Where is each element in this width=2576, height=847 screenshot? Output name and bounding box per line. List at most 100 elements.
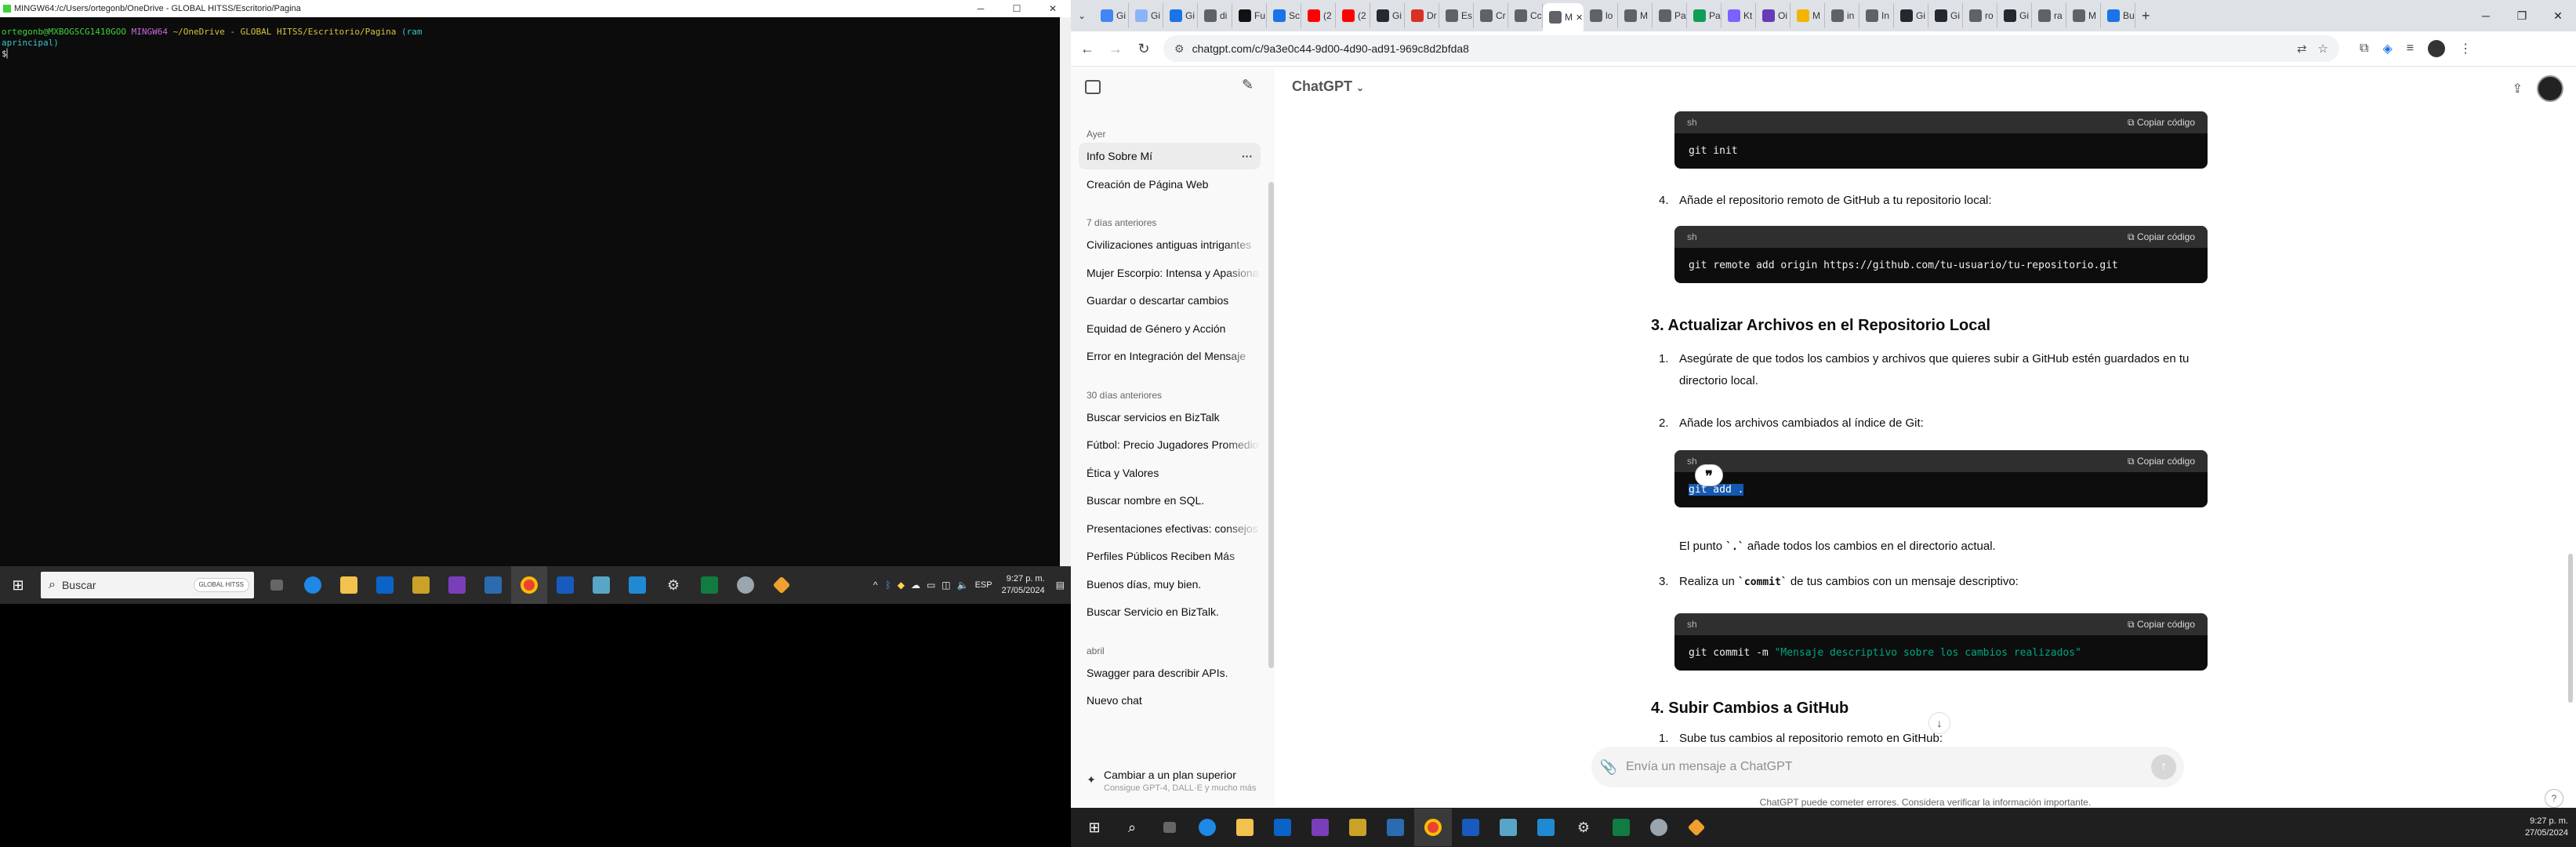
browser-tab[interactable]: Gi [1997,3,2032,28]
model-selector[interactable]: ChatGPT ⌄ [1292,78,1364,95]
browser-tab[interactable]: ra [2032,3,2066,28]
upgrade-plan-button[interactable]: ✦ Cambiar a un plan superior Consigue GP… [1079,769,1267,805]
minimize-button[interactable]: ─ [963,0,999,17]
browser-tab[interactable]: M ✕ [1543,3,1584,31]
browser-tab[interactable]: Gi [1928,3,1963,28]
app-icon[interactable] [727,566,764,604]
reload-button[interactable]: ↻ [1132,37,1156,60]
start-button[interactable]: ⊞ [0,566,36,604]
chrome-icon[interactable] [511,566,547,604]
clock[interactable]: 9:27 p. m. 27/05/2024 [1002,573,1045,597]
outlook-icon[interactable] [367,566,403,604]
browser-tab[interactable]: Oi [1756,3,1791,28]
browser-tab[interactable]: M [1618,3,1653,28]
tab-search-button[interactable]: ⌄ [1071,3,1094,28]
notification-icon[interactable]: ▤ [1056,580,1065,591]
sidebar-chat-item[interactable]: Nuevo chat [1079,687,1261,714]
terminal-scrollbar[interactable] [1060,17,1071,566]
language-indicator[interactable]: ESP [975,580,992,590]
taskbar-search[interactable]: ⌕ Buscar GLOBAL HITSS [41,572,254,598]
close-tab-icon[interactable]: ✕ [1576,13,1583,23]
star-icon[interactable]: ☆ [2318,42,2328,56]
network-icon[interactable]: ◫ [942,580,950,591]
minimize-button[interactable]: ─ [2468,0,2504,31]
sidebar-chat-item[interactable]: Error en Integración del Mensaje [1079,343,1261,369]
clock[interactable]: 9:27 p. m. 27/05/2024 [2525,816,2568,839]
send-button[interactable]: ↑ [2151,754,2176,780]
browser-tab[interactable]: Cr [1474,3,1508,28]
browser-tab[interactable]: M [1791,3,1825,28]
user-avatar[interactable] [2537,75,2563,102]
browser-tab[interactable]: Cc [1508,3,1543,28]
sidebar-chat-item[interactable]: Swagger para describir APIs. [1079,660,1261,686]
browser-tab[interactable]: di [1198,3,1232,28]
quote-button[interactable]: ❞ [1695,464,1723,486]
browser-tab[interactable]: Kt [1722,3,1756,28]
chevron-up-icon[interactable]: ^ [873,580,878,591]
task-view-icon[interactable] [1151,809,1188,846]
browser-tab[interactable]: Gi [1894,3,1928,28]
restore-button[interactable]: ❐ [2504,0,2540,31]
terminal-window[interactable]: MINGW64:/c/Users/ortegonb/OneDrive - GLO… [0,0,1071,566]
share-icon[interactable]: ⇪ [2513,81,2523,96]
browser-tab[interactable]: Pa [1653,3,1687,28]
browser-tab[interactable]: In [1859,3,1894,28]
cloud-icon[interactable]: ☁ [911,580,920,591]
sidebar-chat-item[interactable]: Fútbol: Precio Jugadores Promedio [1079,431,1261,458]
browser-tab[interactable]: Sc [1267,3,1301,28]
onenote-icon[interactable] [439,566,475,604]
extension-icon[interactable]: ◈ [2382,41,2392,56]
battery-icon[interactable]: ▭ [927,580,935,591]
copy-code-button[interactable]: ⧉ Copiar código [2128,117,2195,129]
sidebar-chat-item[interactable]: Civilizaciones antiguas intrigantes [1079,231,1261,258]
shield-icon[interactable]: ◆ [898,580,905,591]
settings-icon[interactable]: ⚙ [1565,809,1602,846]
more-options-icon[interactable]: ··· [1242,143,1253,169]
browser-tab[interactable]: Gi [1370,3,1405,28]
browser-tab[interactable]: ro [1963,3,1997,28]
copy-code-button[interactable]: ⧉ Copiar código [2128,456,2195,467]
settings-icon[interactable]: ⚙ [655,566,691,604]
browser-tab[interactable]: Gi [1129,3,1163,28]
browser-tab[interactable]: (2 [1301,3,1336,28]
file-explorer-icon[interactable] [331,566,367,604]
help-button[interactable]: ? [2545,789,2563,808]
sidebar-chat-item[interactable]: Buscar Servicio en BizTalk. [1079,598,1261,625]
browser-tab[interactable]: Dr [1405,3,1439,28]
outlook-icon[interactable] [1264,809,1301,846]
browser-tab[interactable]: Pa [1687,3,1722,28]
copy-code-button[interactable]: ⧉ Copiar código [2128,231,2195,243]
word-icon[interactable] [547,566,583,604]
sticky-icon[interactable] [1339,809,1377,846]
onenote-icon[interactable] [1301,809,1339,846]
browser-tab[interactable]: Gi [1163,3,1198,28]
excel-icon[interactable] [1602,809,1640,846]
browser-tab[interactable]: Es [1439,3,1474,28]
sidebar-scrollbar[interactable] [1267,111,1275,778]
vscode-icon[interactable] [1527,809,1565,846]
sidebar-toggle-icon[interactable] [1085,80,1101,94]
terminal-output[interactable]: ortegonb@MXBOGSCG1410GOO MINGW64 ~/OneDr… [0,27,1071,60]
sticky-icon[interactable] [403,566,439,604]
git-icon[interactable] [1678,809,1715,846]
browser-tab[interactable]: Gi brt [1094,3,1129,28]
maximize-button[interactable]: ☐ [999,0,1035,17]
browser-tab[interactable]: M [2066,3,2101,28]
app-icon[interactable] [1377,809,1414,846]
edge-icon[interactable] [1188,809,1226,846]
app-icon[interactable] [583,566,619,604]
code-text[interactable]: git add . [1674,472,2208,507]
bluetooth-icon[interactable]: ᛒ [886,580,891,591]
volume-icon[interactable]: 🔈 [957,580,969,591]
browser-tab[interactable]: lo [1584,3,1618,28]
back-button[interactable]: ← [1076,37,1099,60]
edge-icon[interactable] [295,566,331,604]
site-info-icon[interactable]: ⚙ [1174,42,1185,56]
sidebar-chat-item[interactable]: Buscar servicios en BizTalk [1079,404,1261,431]
browser-tab[interactable]: Bu [2101,3,2135,28]
sidebar-chat-item[interactable]: Guardar o descartar cambios [1079,287,1261,314]
sidebar-chat-item[interactable]: Mujer Escorpio: Intensa y Apasionada [1079,260,1261,286]
sidebar-chat-item[interactable]: Equidad de Género y Acción [1079,315,1261,342]
search-icon[interactable]: ⌕ [1113,809,1151,846]
browser-tab[interactable]: (2 [1336,3,1370,28]
